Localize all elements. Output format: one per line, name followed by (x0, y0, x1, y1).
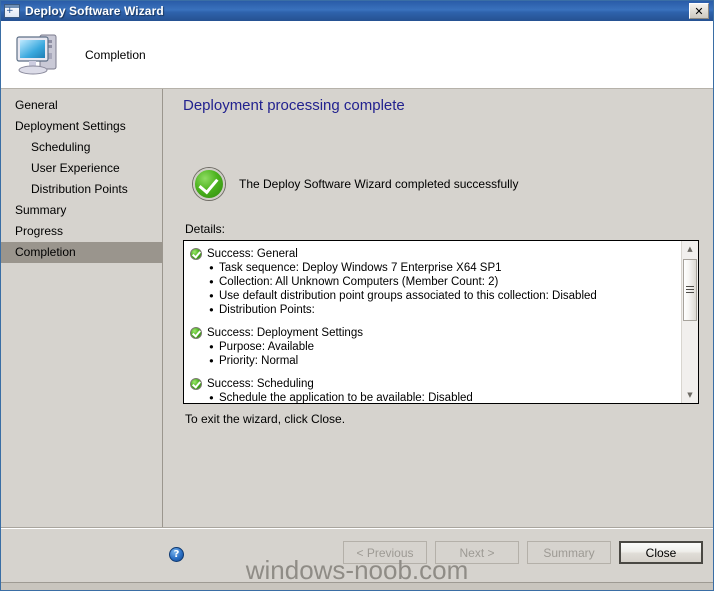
details-group-header: Success: Deployment Settings (190, 326, 677, 340)
list-item: Distribution Points: (190, 303, 677, 317)
list-item: Priority: Normal (190, 354, 677, 368)
green-check-icon (190, 378, 202, 390)
computer-monitor-icon (13, 29, 71, 81)
desktop-strip (1, 582, 713, 590)
sidebar-item-progress[interactable]: Progress (1, 221, 162, 242)
window-title: Deploy Software Wizard (25, 4, 164, 18)
wizard-step-nav: General Deployment Settings Scheduling U… (1, 89, 163, 529)
help-icon[interactable]: ? (169, 547, 184, 562)
wizard-header: Completion (1, 21, 713, 89)
list-item: Purpose: Available (190, 340, 677, 354)
details-group-header: Success: General (190, 247, 677, 261)
green-check-circle-icon (193, 168, 225, 200)
scroll-down-icon[interactable]: ▼ (682, 387, 698, 403)
scroll-up-icon[interactable]: ▲ (682, 241, 698, 257)
close-button[interactable]: Close (619, 541, 703, 564)
green-check-icon (190, 327, 202, 339)
details-group-title: Success: Deployment Settings (207, 327, 363, 339)
green-check-icon (190, 248, 202, 260)
sidebar-item-summary[interactable]: Summary (1, 200, 162, 221)
next-button: Next > (435, 541, 519, 564)
wizard-body: General Deployment Settings Scheduling U… (1, 89, 713, 529)
sidebar-item-user-experience[interactable]: User Experience (1, 158, 162, 179)
details-scrollbar[interactable]: ▲ ▼ (681, 241, 698, 403)
details-listbox[interactable]: Success: General Task sequence: Deploy W… (183, 240, 699, 404)
wizard-content: Deployment processing complete The Deplo… (163, 89, 713, 529)
details-bullet-list: Purpose: Available Priority: Normal (190, 340, 677, 368)
success-banner: The Deploy Software Wizard completed suc… (183, 168, 699, 200)
wizard-button-row: < Previous Next > Summary Close (335, 541, 703, 564)
page-title: Completion (85, 47, 146, 62)
close-icon[interactable]: ✕ (689, 3, 709, 19)
sidebar-item-completion[interactable]: Completion (1, 242, 162, 263)
details-group-title: Success: General (207, 248, 298, 260)
exit-instruction: To exit the wizard, click Close. (185, 412, 346, 426)
footer-divider (1, 527, 713, 528)
sidebar-item-scheduling[interactable]: Scheduling (1, 137, 162, 158)
content-heading: Deployment processing complete (183, 97, 405, 114)
details-label: Details: (185, 222, 226, 236)
details-bullet-list: Schedule the application to be available… (190, 391, 677, 403)
details-list-content: Success: General Task sequence: Deploy W… (184, 241, 681, 403)
wizard-footer: ? < Previous Next > Summary Close (1, 527, 713, 590)
deploy-software-wizard-window: Deploy Software Wizard ✕ (0, 0, 714, 591)
details-group: Success: Deployment Settings Purpose: Av… (190, 326, 677, 368)
list-item: Task sequence: Deploy Windows 7 Enterpri… (190, 261, 677, 275)
scrollbar-grip-icon (686, 286, 694, 294)
sidebar-item-general[interactable]: General (1, 95, 162, 116)
previous-button: < Previous (343, 541, 427, 564)
list-item: Schedule the application to be available… (190, 391, 677, 403)
wizard-window-icon (4, 4, 20, 18)
details-group: Success: Scheduling Schedule the applica… (190, 377, 677, 403)
sidebar-item-distribution-points[interactable]: Distribution Points (1, 179, 162, 200)
scrollbar-thumb[interactable] (683, 259, 697, 321)
details-group-title: Success: Scheduling (207, 378, 314, 390)
details-group-header: Success: Scheduling (190, 377, 677, 391)
title-bar: Deploy Software Wizard ✕ (1, 1, 713, 21)
sidebar-item-deployment-settings[interactable]: Deployment Settings (1, 116, 162, 137)
list-item: Use default distribution point groups as… (190, 289, 677, 303)
list-item: Collection: All Unknown Computers (Membe… (190, 275, 677, 289)
summary-button: Summary (527, 541, 611, 564)
success-message: The Deploy Software Wizard completed suc… (239, 177, 519, 191)
details-group: Success: General Task sequence: Deploy W… (190, 247, 677, 317)
details-bullet-list: Task sequence: Deploy Windows 7 Enterpri… (190, 261, 677, 317)
